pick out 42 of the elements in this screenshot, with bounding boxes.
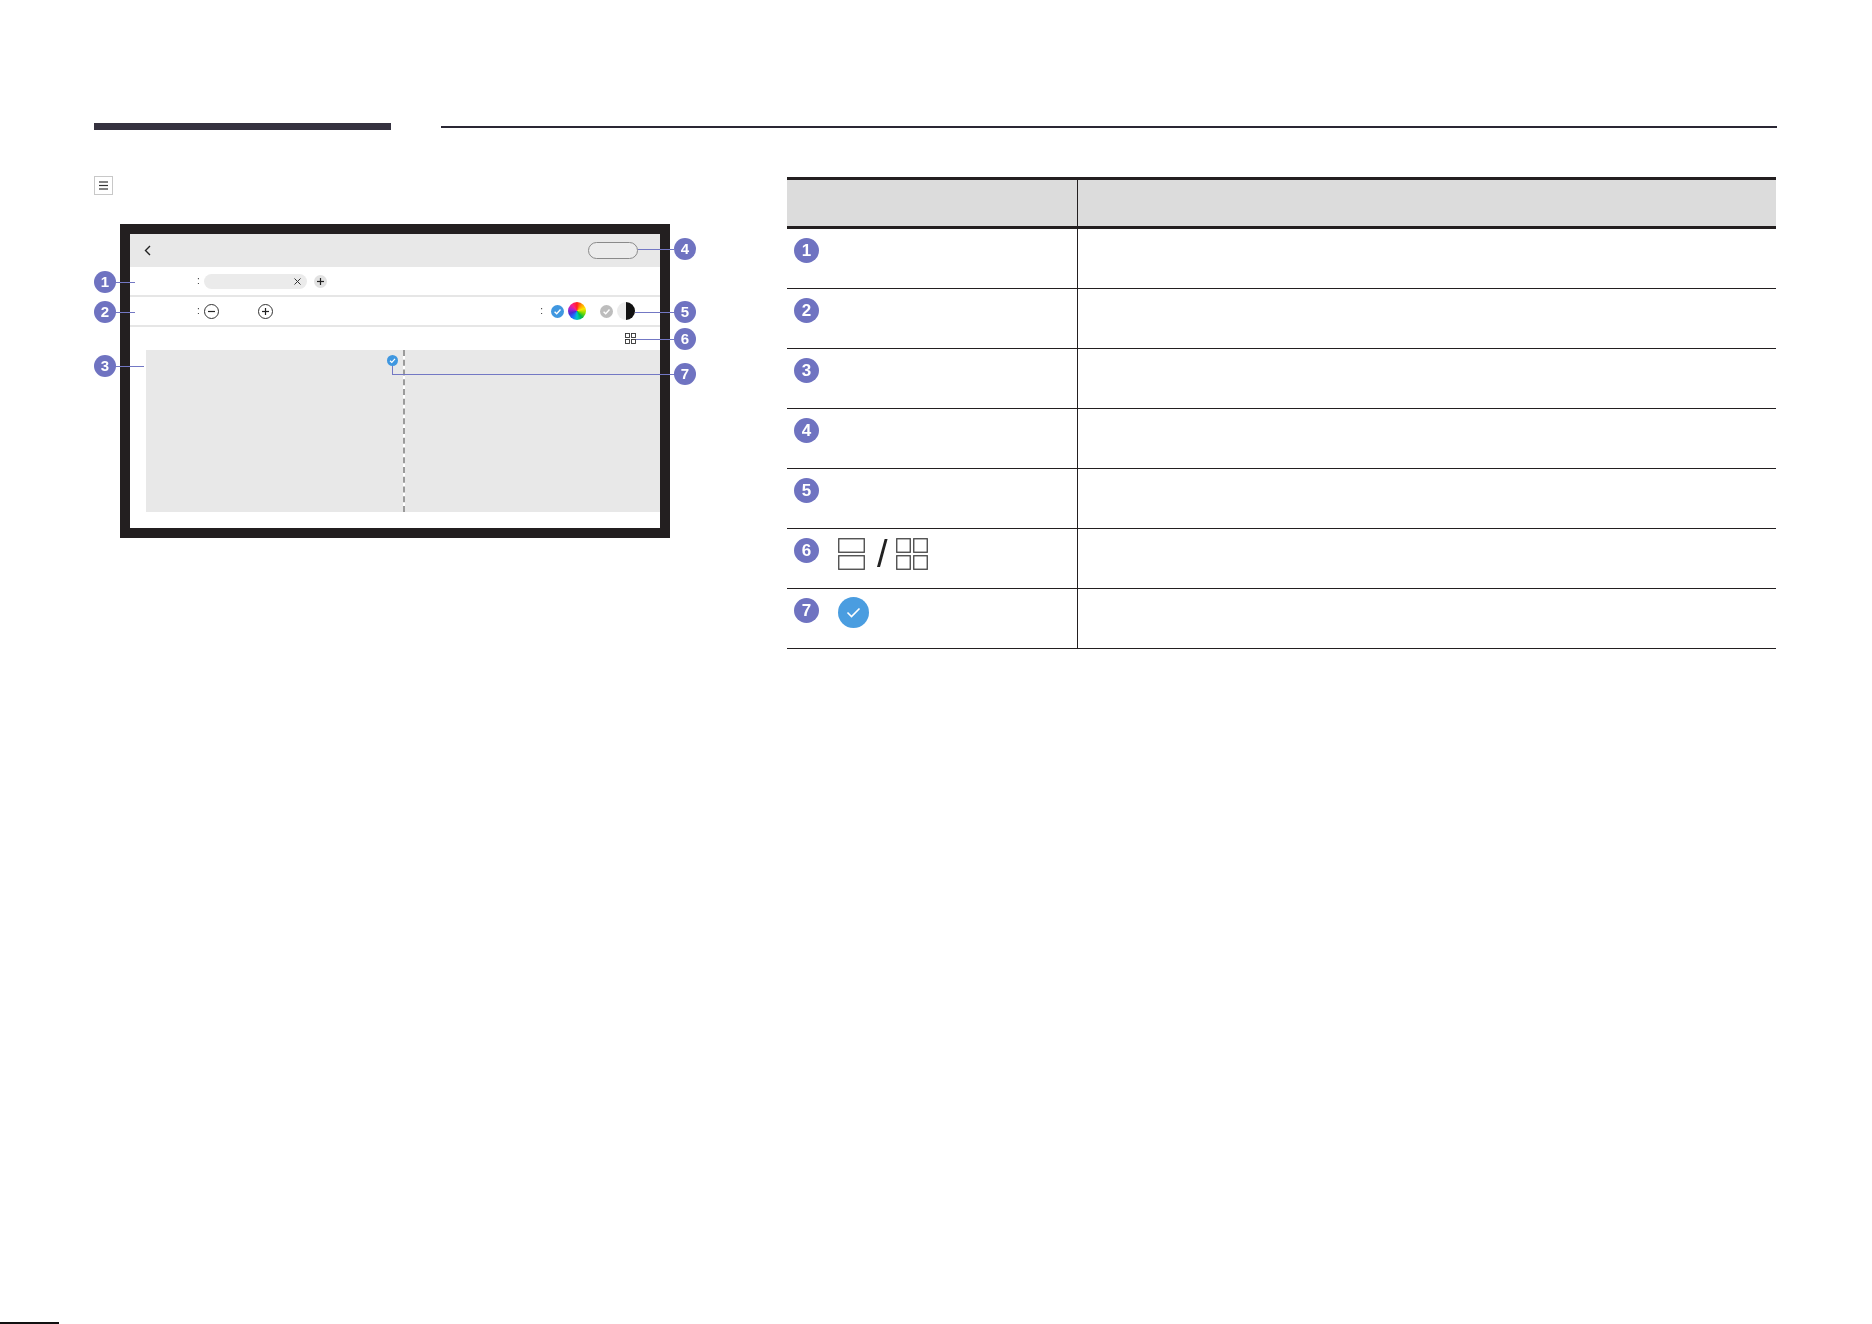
- row-number: 4: [794, 418, 819, 443]
- minus-button[interactable]: [203, 303, 219, 319]
- color-wheel-icon[interactable]: [568, 302, 586, 320]
- colon-text: :: [540, 305, 543, 317]
- leader-line: [116, 366, 144, 367]
- add-button[interactable]: [313, 274, 327, 288]
- plus-icon: [261, 307, 269, 315]
- row-number: 1: [794, 238, 819, 263]
- plus-button[interactable]: [257, 303, 273, 319]
- separator-text: /: [877, 538, 888, 570]
- leader-line: [638, 249, 674, 250]
- grid-icon: [895, 538, 928, 570]
- grid-icon[interactable]: [625, 333, 636, 344]
- check-icon[interactable]: [387, 355, 398, 366]
- row-number: 5: [794, 478, 819, 503]
- callout-number: 3: [94, 355, 116, 377]
- colon-text: :: [197, 275, 200, 287]
- contrast-icon[interactable]: [617, 302, 635, 320]
- callout-number: 6: [674, 328, 696, 350]
- plus-icon: [316, 277, 324, 285]
- action-button[interactable]: [588, 242, 638, 259]
- row-number: 3: [794, 358, 819, 383]
- list-icon: [94, 176, 113, 195]
- check-icon[interactable]: [551, 304, 564, 318]
- colon-text: :: [197, 305, 200, 317]
- leader-line: [116, 282, 135, 283]
- callout-number: 2: [94, 301, 116, 323]
- callout-number: 7: [674, 363, 696, 385]
- callout-number: 4: [674, 238, 696, 260]
- leader-line: [636, 339, 674, 340]
- check-icon: [838, 597, 869, 628]
- callout-number: 1: [94, 271, 116, 293]
- close-icon[interactable]: [293, 277, 301, 285]
- callout-number: 5: [674, 301, 696, 323]
- two-panel-layout-icon: [838, 538, 865, 570]
- leader-line: [635, 312, 674, 313]
- row-number: 6: [794, 538, 819, 563]
- row-number: 2: [794, 298, 819, 323]
- row-number: 7: [794, 598, 819, 623]
- back-icon[interactable]: [144, 245, 151, 256]
- check-icon[interactable]: [600, 304, 613, 318]
- leader-line: [116, 312, 135, 313]
